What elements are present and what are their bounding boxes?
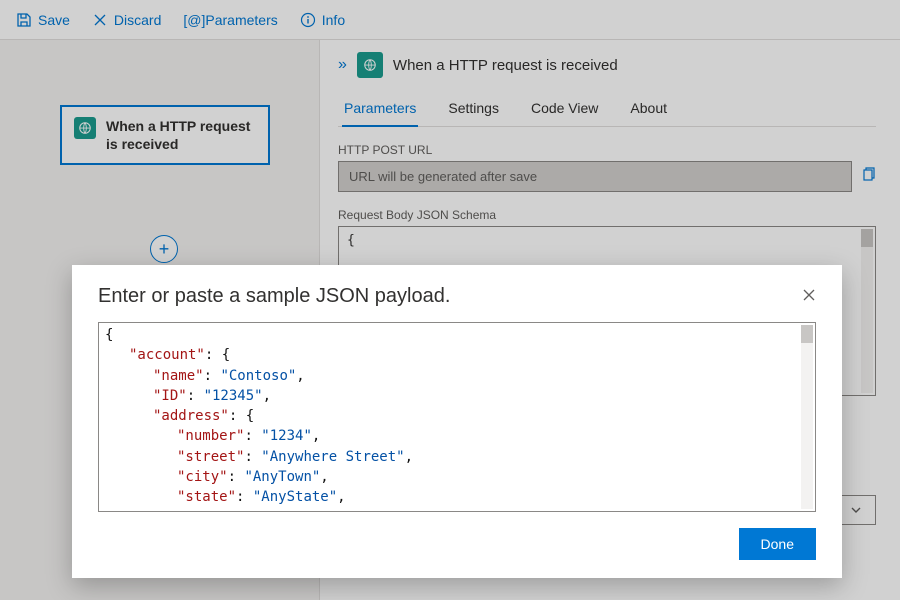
json-line: "street": "Anywhere Street", [105,447,809,467]
json-payload-modal: Enter or paste a sample JSON payload. {"… [72,265,842,578]
scrollbar-thumb[interactable] [801,325,813,343]
json-line: "number": "1234", [105,426,809,446]
close-modal-button[interactable] [802,286,816,307]
done-button[interactable]: Done [739,528,816,560]
modal-title: Enter or paste a sample JSON payload. [98,285,450,308]
json-line: "name": "Contoso", [105,366,809,386]
json-line: { [105,325,809,345]
json-payload-input[interactable]: {"account": { "name": "Contoso","ID": "1… [98,322,816,512]
json-line: "account": { [105,345,809,365]
json-line: "ID": "12345", [105,386,809,406]
json-line: "address": { [105,406,809,426]
json-line: "country": "USA", [105,508,809,512]
scrollbar-track[interactable] [801,325,813,509]
close-icon [802,288,816,302]
json-line: "city": "AnyTown", [105,467,809,487]
json-line: "state": "AnyState", [105,487,809,507]
